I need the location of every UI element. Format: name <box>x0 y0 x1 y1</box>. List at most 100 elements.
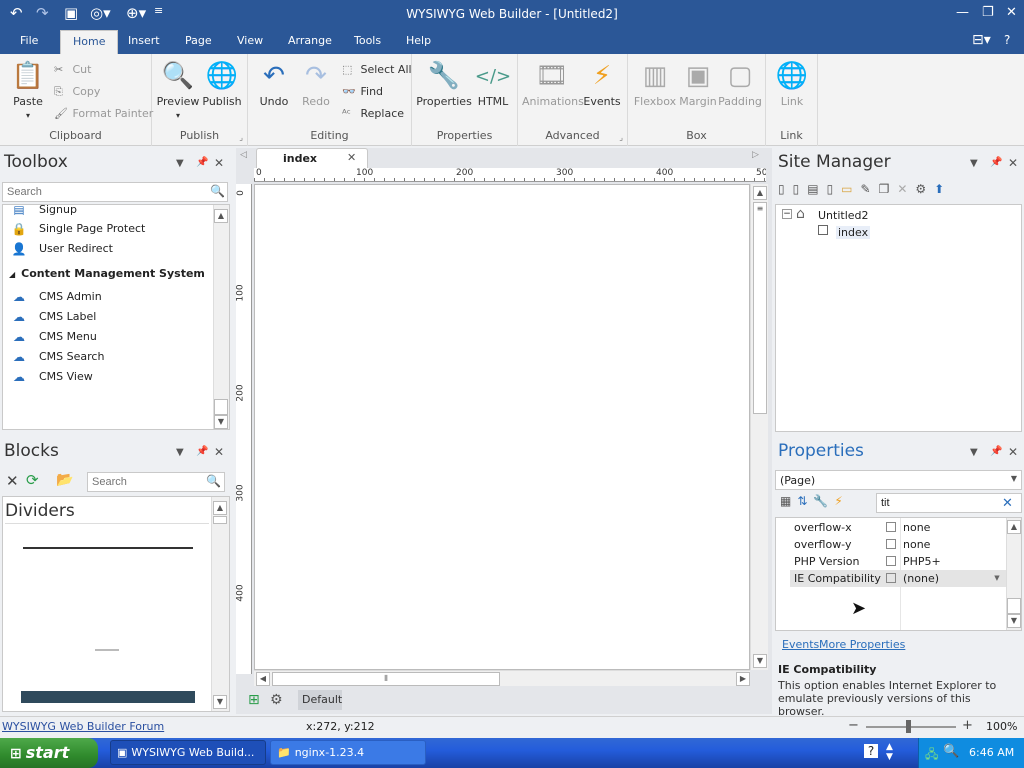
properties-pin-icon[interactable]: 📌 <box>990 446 1002 457</box>
blocks-search-input[interactable] <box>87 472 225 492</box>
site-manager-menu-icon[interactable]: ▼ <box>970 158 978 169</box>
menu-file[interactable]: File <box>20 34 38 47</box>
toolbox-search-input[interactable] <box>2 182 228 202</box>
checkbox[interactable] <box>886 556 896 566</box>
property-row-ie-compatibility[interactable]: IE Compatibility (none) ▼ <box>790 570 1006 587</box>
flexbox-button[interactable]: ▥ Flexbox <box>632 60 678 108</box>
new-page-icon[interactable]: ▯ <box>778 182 793 196</box>
events-small-icon[interactable]: ⚡ <box>834 494 848 508</box>
properties-page-icon[interactable]: ▤ <box>807 182 826 196</box>
events-link[interactable]: Events <box>782 638 819 651</box>
blocks-scrollbar[interactable]: ▲ ▼ <box>211 497 229 711</box>
copy-button[interactable]: ⎘ Copy <box>54 85 100 99</box>
menu-tools[interactable]: Tools <box>354 34 381 47</box>
network-tray-icon[interactable]: 🖧 <box>925 745 938 766</box>
html-button[interactable]: </> HTML <box>474 60 512 109</box>
properties-scrollbar[interactable]: ▲ ▼ <box>1006 518 1021 630</box>
new-folder-icon[interactable]: ▯ <box>793 182 808 196</box>
tab-index[interactable]: index ✕ <box>256 148 368 168</box>
minimize-icon[interactable]: — <box>956 5 969 20</box>
menu-help[interactable]: Help <box>406 34 431 47</box>
animations-button[interactable]: 🎞 Animations <box>522 60 584 108</box>
properties-menu-icon[interactable]: ▼ <box>970 447 978 458</box>
scroll-thumb[interactable] <box>1007 598 1021 614</box>
menu-page[interactable]: Page <box>185 34 212 47</box>
scroll-down-icon[interactable]: ▼ <box>753 654 767 668</box>
object-selector[interactable]: (Page) ▼ <box>775 470 1022 490</box>
toolbox-item-cms-label[interactable]: ☁ CMS Label <box>11 310 96 324</box>
toolbox-item-cms-search[interactable]: ☁ CMS Search <box>11 350 104 364</box>
tree-page-index[interactable]: index <box>836 226 871 239</box>
advanced-launcher-icon[interactable]: ⌟ <box>619 133 623 142</box>
edit-icon[interactable]: ✎ <box>861 182 879 196</box>
properties-button[interactable]: 🔧 Properties <box>416 60 472 108</box>
replace-button[interactable]: ᴬᶜ Replace <box>342 107 404 120</box>
toolbox-section-cms[interactable]: ◢ Content Management System <box>9 267 205 280</box>
toolbox-item-cms-admin[interactable]: ☁ CMS Admin <box>11 290 102 304</box>
menu-insert[interactable]: Insert <box>128 34 160 47</box>
dropdown-arrow-icon[interactable]: ▼ <box>990 571 1004 585</box>
toolbox-item-single-page-protect[interactable]: 🔒 Single Page Protect <box>11 222 146 236</box>
toolbox-search-icon[interactable]: 🔍 <box>210 184 225 198</box>
move-up-icon[interactable]: ⬆ <box>934 182 952 196</box>
toolbox-scrollbar[interactable]: ▲ ▼ <box>213 205 229 429</box>
open-folder-icon[interactable]: 📂 <box>56 472 73 488</box>
property-row-overflow-y[interactable]: overflow-y none <box>790 536 1006 553</box>
default-view-tab[interactable]: Default <box>298 690 342 710</box>
help-icon[interactable]: ? <box>1004 33 1010 47</box>
sort-icon[interactable]: ⇅ <box>797 494 813 508</box>
link-button[interactable]: 🌐 Link <box>772 60 812 108</box>
restore-icon[interactable]: ❐ <box>982 5 994 20</box>
format-painter-button[interactable]: 🖌 Format Painter <box>54 107 153 120</box>
publish-launcher-icon[interactable]: ⌟ <box>239 133 243 142</box>
scroll-thumb[interactable] <box>214 399 228 415</box>
duplicate-icon[interactable]: ❐ <box>879 182 898 196</box>
scroll-thumb[interactable]: ⦀ <box>272 672 500 686</box>
properties-filter-input[interactable] <box>876 493 1022 513</box>
events-button[interactable]: ⚡ Events <box>582 60 622 108</box>
scroll-right-icon[interactable]: ▶ <box>736 672 750 686</box>
scroll-thumb[interactable] <box>213 516 227 524</box>
checkbox[interactable] <box>886 539 896 549</box>
editor-hscrollbar[interactable]: ◀ ⦀ ▶ <box>254 670 750 686</box>
search-tray-icon[interactable]: 🔍 <box>943 744 959 759</box>
scroll-thumb[interactable]: ≡ <box>753 202 767 414</box>
redo-button[interactable]: ↷ Redo <box>296 60 336 108</box>
delete-page-icon[interactable]: ✕ <box>897 182 915 196</box>
categorized-icon[interactable]: ▦ <box>780 494 797 508</box>
menu-home[interactable]: Home <box>60 30 119 54</box>
toolbox-item-user-redirect[interactable]: 👤 User Redirect <box>11 242 113 256</box>
publish-button[interactable]: 🌐 Publish <box>202 60 242 108</box>
clear-filter-icon[interactable]: ✕ <box>1002 496 1013 511</box>
site-manager-pin-icon[interactable]: 📌 <box>990 157 1002 168</box>
blocks-close-icon[interactable]: ✕ <box>214 445 224 459</box>
margin-button[interactable]: ▣ Margin <box>678 60 718 108</box>
tree-root[interactable]: Untitled2 <box>818 209 869 222</box>
tab-close-icon[interactable]: ✕ <box>347 151 356 164</box>
scroll-up-icon[interactable]: ▲ <box>1007 520 1021 534</box>
tree-collapse-icon[interactable]: − <box>782 209 792 219</box>
tab-scroll-left-icon[interactable]: ◁ <box>240 150 247 160</box>
help-tray-icon[interactable]: ? <box>864 744 878 758</box>
toolbox-item-cms-menu[interactable]: ☁ CMS Menu <box>11 330 97 344</box>
taskbar-app-nginx[interactable]: 📁 nginx-1.23.4 <box>270 740 426 765</box>
padding-button[interactable]: ▢ Padding <box>718 60 762 108</box>
scroll-down-icon[interactable]: ▼ <box>214 415 228 429</box>
blocks-pin-icon[interactable]: 📌 <box>196 446 208 457</box>
property-row-php-version[interactable]: PHP Version PHP5+ <box>790 553 1006 570</box>
undo-button[interactable]: ↶ Undo <box>254 60 294 108</box>
toolbox-close-icon[interactable]: ✕ <box>214 156 224 170</box>
add-page-icon[interactable]: ⊞ <box>248 692 260 708</box>
zoom-in-icon[interactable]: + <box>962 718 973 733</box>
blocks-menu-icon[interactable]: ▼ <box>176 447 184 458</box>
site-manager-close-icon[interactable]: ✕ <box>1008 156 1018 170</box>
save-page-icon[interactable]: ▯ <box>827 182 842 196</box>
more-properties-link[interactable]: More Properties <box>819 638 905 651</box>
menu-arrange[interactable]: Arrange <box>288 34 332 47</box>
property-row-overflow-x[interactable]: overflow-x none <box>790 519 1006 536</box>
layout-icon[interactable]: ⊟▾ <box>972 32 991 48</box>
divider-preview-text[interactable] <box>95 649 119 651</box>
site-settings-icon[interactable]: ⚙ <box>915 182 934 196</box>
menu-view[interactable]: View <box>237 34 263 47</box>
toolbox-item-signup[interactable]: ▤ Signup <box>11 205 77 215</box>
